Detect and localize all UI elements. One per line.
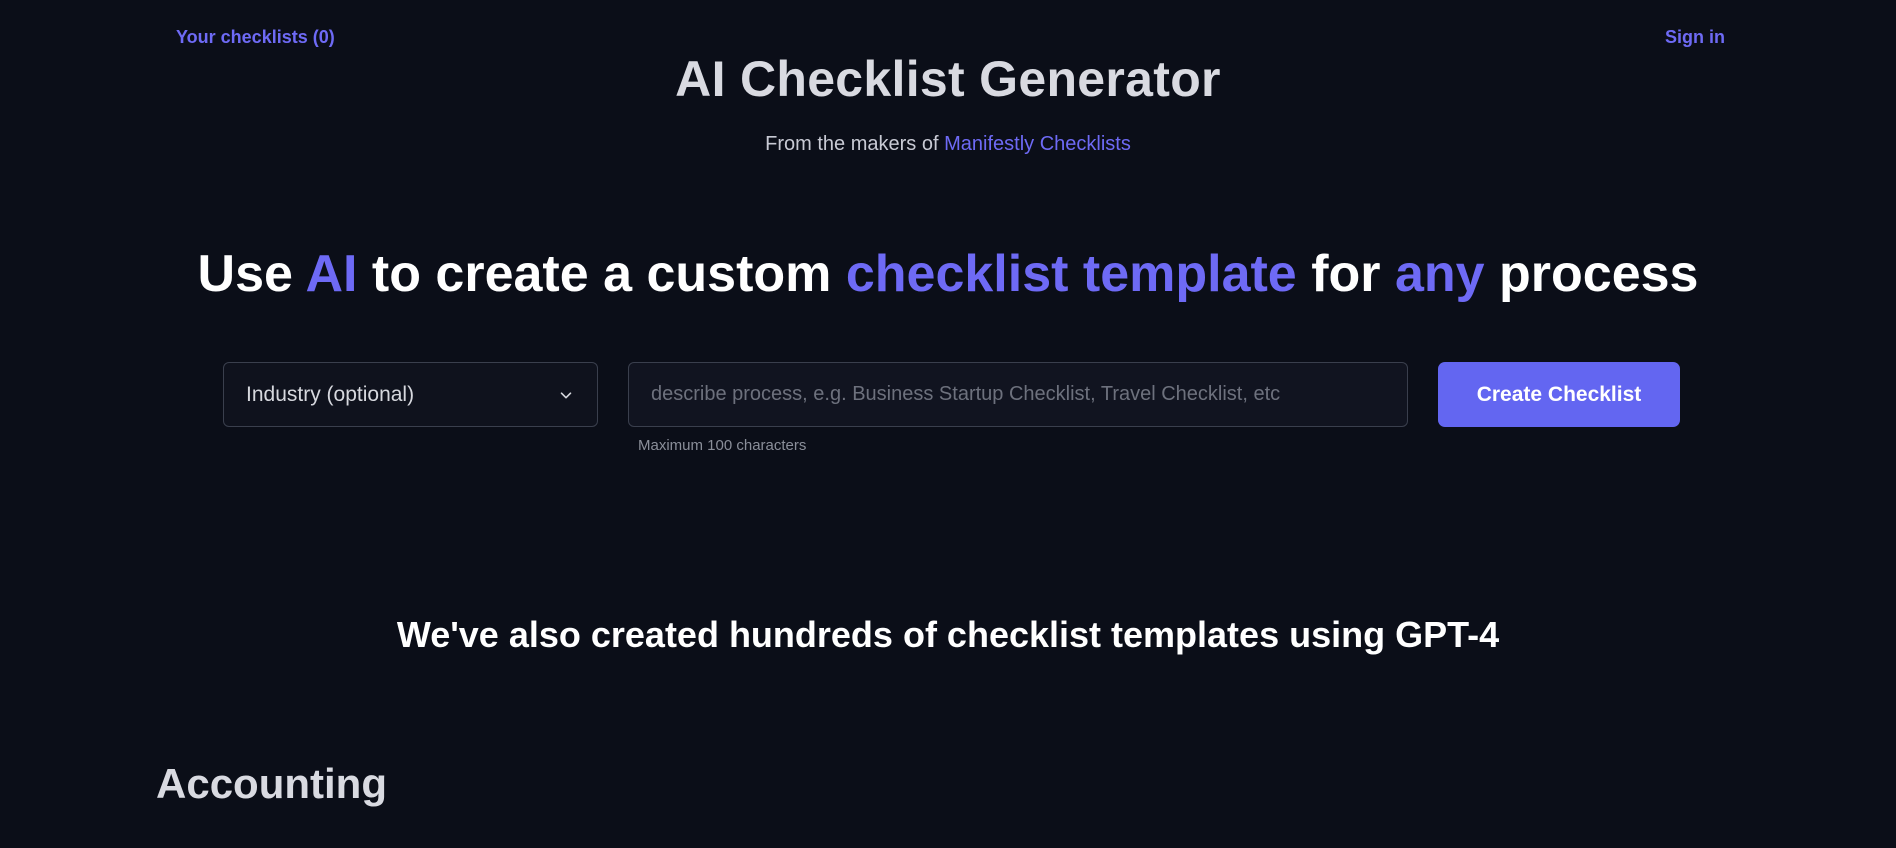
headline-highlight-any: any (1394, 245, 1485, 303)
process-input[interactable] (628, 362, 1408, 427)
max-characters-hint: Maximum 100 characters (638, 437, 807, 454)
sign-in-link[interactable]: Sign in (1665, 27, 1725, 48)
app-title: AI Checklist Generator (675, 51, 1221, 107)
headline-highlight-ai: AI (305, 245, 358, 303)
headline: Use AI to create a custom checklist temp… (0, 244, 1896, 304)
templates-subtitle: We've also created hundreds of checklist… (396, 614, 1500, 655)
headline-highlight-template: checklist template (845, 245, 1297, 303)
industry-select-value: Industry (optional) (246, 382, 415, 406)
subtitle-prefix: From the makers of (765, 133, 939, 155)
subtitle: From the makers of Manifestly Checklists (0, 133, 1896, 156)
chevron-down-icon (560, 391, 572, 399)
page: Your checklists (0) Sign in AI Checklist… (0, 0, 1896, 848)
headline-part-4: process (1499, 245, 1699, 303)
category-heading-accounting: Accounting (156, 760, 387, 807)
your-checklists-link[interactable]: Your checklists (0) (176, 27, 335, 48)
headline-part-1: Use (197, 245, 293, 303)
industry-select[interactable]: Industry (optional) (223, 362, 598, 427)
headline-part-2: to create a custom (371, 245, 832, 303)
create-checklist-button[interactable]: Create Checklist (1438, 362, 1680, 427)
headline-part-3: for (1311, 245, 1381, 303)
manifestly-link[interactable]: Manifestly Checklists (944, 133, 1131, 155)
